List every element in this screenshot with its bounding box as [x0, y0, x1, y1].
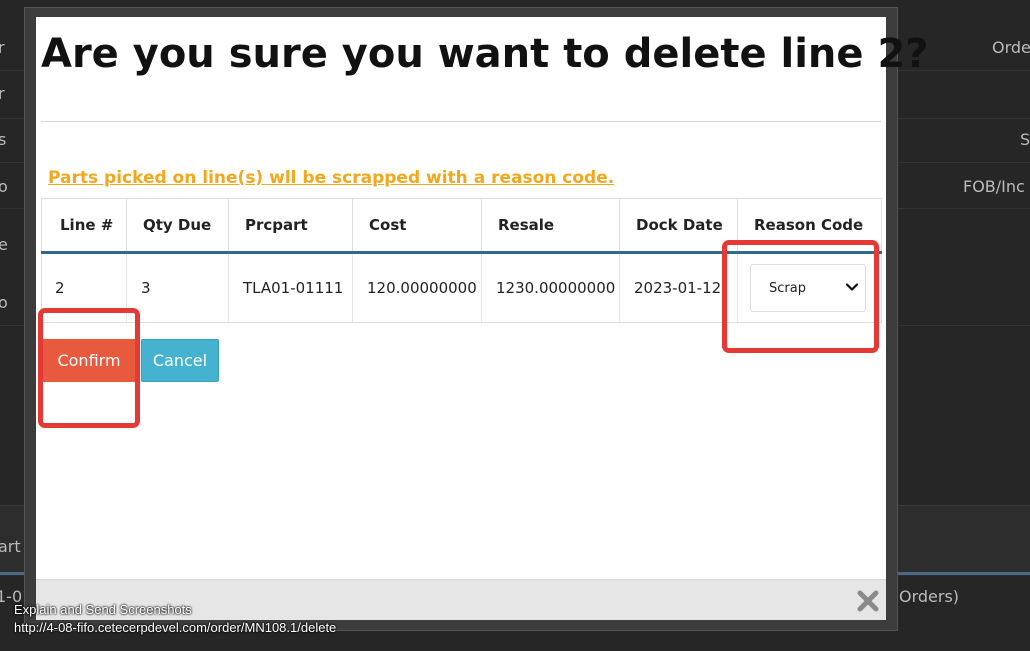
- caption-title: Explain and Send Screenshots: [14, 602, 192, 617]
- qty-due-cell: 3: [126, 252, 229, 323]
- column-header: Prcpart: [228, 198, 353, 254]
- column-header: Resale: [481, 198, 620, 254]
- reason-code-highlight: [722, 240, 879, 353]
- scrap-warning-text: Parts picked on line(s) wll be scrapped …: [48, 168, 615, 188]
- cancel-button[interactable]: Cancel: [141, 339, 219, 382]
- cost-cell: 120.00000000: [352, 252, 482, 323]
- close-icon[interactable]: [856, 589, 880, 613]
- caption-url: http://4-08-fifo.cetecerpdevel.com/order…: [14, 620, 337, 635]
- background-text: s: [0, 130, 7, 149]
- background-text: Orde: [992, 38, 1030, 57]
- background-text: S: [1020, 130, 1030, 149]
- confirm-highlight: [38, 308, 140, 428]
- resale-cell: 1230.00000000: [481, 252, 620, 323]
- prcpart-cell: TLA01-01111: [228, 252, 353, 323]
- background-text: r: [0, 84, 5, 103]
- column-header: Qty Due: [126, 198, 229, 254]
- background-text: FOB/Inc: [963, 177, 1025, 196]
- background-text: r: [0, 38, 5, 57]
- background-text: Orders): [899, 587, 960, 606]
- divider: [41, 121, 881, 122]
- dialog-title: Are you sure you want to delete line 2?: [41, 31, 929, 77]
- background-text: o: [0, 293, 8, 312]
- background-text: o: [0, 177, 8, 196]
- background-text: art: [0, 537, 21, 556]
- column-header: Dock Date: [619, 198, 738, 254]
- column-header: Line #: [41, 198, 127, 254]
- background-text: e: [0, 235, 8, 254]
- dock-date-cell: 2023-01-12: [619, 252, 738, 323]
- column-header: Cost: [352, 198, 482, 254]
